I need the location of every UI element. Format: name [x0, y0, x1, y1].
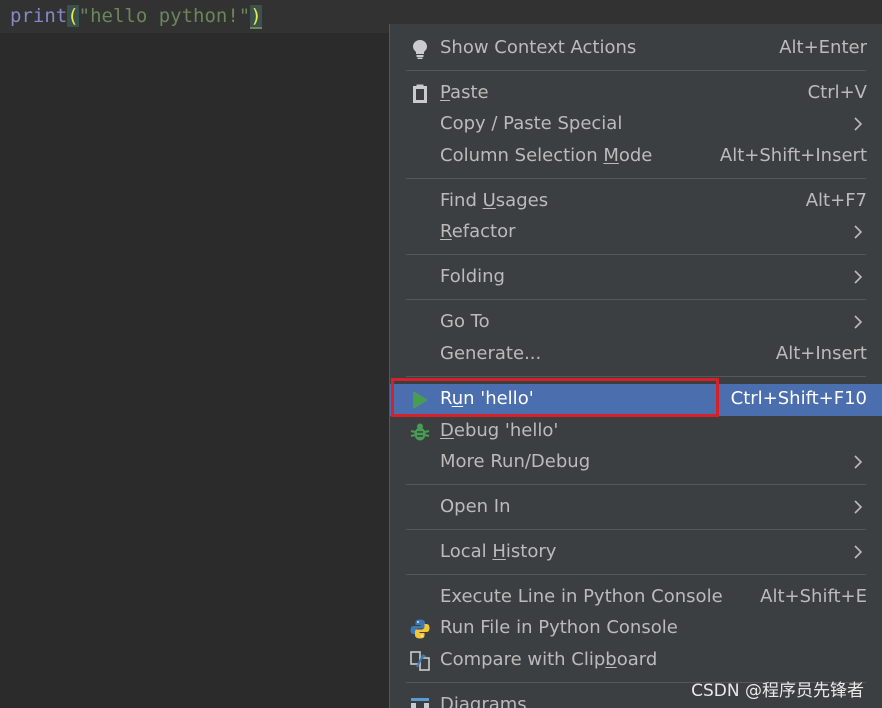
- menu-item-shortcut: Ctrl+Shift+F10: [730, 388, 867, 409]
- menu-item-shortcut: Alt+F7: [805, 190, 867, 211]
- menu-separator: [406, 70, 866, 71]
- python-icon: [410, 619, 430, 639]
- code-text[interactable]: print("hello python!"): [10, 4, 262, 29]
- chevron-right-icon: [854, 455, 863, 469]
- menu-item-show-context-actions[interactable]: Show Context Actions Alt+Enter: [390, 33, 882, 65]
- chevron-right-icon: [854, 270, 863, 284]
- menu-item-label-mnemonic: D: [440, 420, 454, 441]
- chevron-right-icon: [854, 225, 863, 239]
- menu-separator: [406, 178, 866, 179]
- menu-item-label: Generate...: [440, 343, 542, 364]
- menu-item-label-rest: sages: [495, 190, 549, 211]
- code-close-paren: ): [250, 5, 262, 29]
- menu-separator: [406, 484, 866, 485]
- menu-item-label: Compare with Clip: [440, 649, 606, 670]
- menu-item-shortcut: Alt+Insert: [775, 343, 867, 364]
- menu-item-label: Execute Line in Python Console: [440, 586, 723, 607]
- menu-separator: [406, 254, 866, 255]
- menu-item-label: aste: [450, 82, 489, 103]
- debug-bug-icon: [410, 423, 430, 441]
- menu-item-shortcut: Ctrl+V: [807, 82, 867, 103]
- chevron-right-icon: [854, 315, 863, 329]
- menu-item-compare-with-clipboard[interactable]: Compare with Clipboard: [390, 645, 882, 677]
- chevron-right-icon: [854, 545, 863, 559]
- menu-item-find-usages[interactable]: Find Usages Alt+F7: [390, 186, 882, 218]
- code-function: print: [10, 5, 68, 27]
- code-string: "hello python!": [78, 5, 251, 27]
- menu-item-label-mnemonic: R: [440, 221, 452, 242]
- menu-item-paste[interactable]: Paste Ctrl+V: [390, 78, 882, 110]
- menu-item-more-run-debug[interactable]: More Run/Debug: [390, 447, 882, 479]
- chevron-right-icon: [854, 500, 863, 514]
- menu-item-execute-line-python-console[interactable]: Execute Line in Python Console Alt+Shift…: [390, 582, 882, 614]
- menu-item-label-mnemonic: H: [492, 541, 506, 562]
- menu-item-label-mnemonic: b: [605, 649, 617, 670]
- menu-item-label-rest: istory: [505, 541, 557, 562]
- menu-item-run-file-python-console[interactable]: Run File in Python Console: [390, 613, 882, 645]
- menu-item-label: Open In: [440, 496, 511, 517]
- chevron-right-icon: [854, 117, 863, 131]
- menu-item-label-mnemonic: P: [440, 82, 451, 103]
- compare-icon: [410, 651, 430, 671]
- menu-item-label: Diagrams: [440, 694, 527, 708]
- menu-item-label-rest: ode: [618, 145, 653, 166]
- menu-item-go-to[interactable]: Go To: [390, 307, 882, 339]
- menu-item-label-mnemonic: U: [482, 190, 496, 211]
- highlight-annotation-box: [391, 378, 719, 417]
- menu-item-folding[interactable]: Folding: [390, 262, 882, 294]
- menu-item-column-selection-mode[interactable]: Column Selection Mode Alt+Shift+Insert: [390, 141, 882, 173]
- menu-separator: [406, 529, 866, 530]
- diagrams-icon: [411, 698, 429, 708]
- menu-item-label: Local: [440, 541, 493, 562]
- menu-item-label-mnemonic: M: [603, 145, 619, 166]
- menu-item-label: Find: [440, 190, 483, 211]
- menu-separator: [406, 376, 866, 377]
- menu-item-generate[interactable]: Generate... Alt+Insert: [390, 339, 882, 371]
- menu-item-label-rest: oard: [616, 649, 658, 670]
- menu-item-shortcut: Alt+Enter: [779, 37, 867, 58]
- watermark: CSDN @程序员先锋者: [691, 681, 864, 701]
- menu-item-shortcut: Alt+Shift+E: [760, 586, 867, 607]
- menu-item-label: ebug 'hello': [453, 420, 559, 441]
- menu-item-label: Column Selection: [440, 145, 604, 166]
- menu-item-label: efactor: [451, 221, 516, 242]
- menu-item-open-in[interactable]: Open In: [390, 492, 882, 524]
- menu-item-label: More Run/Debug: [440, 451, 591, 472]
- code-open-paren: (: [67, 5, 79, 27]
- menu-separator: [406, 574, 866, 575]
- menu-item-label: Go To: [440, 311, 490, 332]
- menu-item-label: Copy / Paste Special: [440, 113, 623, 134]
- context-menu: Show Context Actions Alt+Enter Paste Ctr…: [389, 24, 882, 708]
- menu-item-local-history[interactable]: Local History: [390, 537, 882, 569]
- menu-item-debug-hello[interactable]: Debug 'hello': [390, 416, 882, 448]
- menu-item-refactor[interactable]: Refactor: [390, 217, 882, 249]
- menu-separator: [406, 299, 866, 300]
- menu-item-label: Folding: [440, 266, 505, 287]
- menu-item-copy-paste-special[interactable]: Copy / Paste Special: [390, 109, 882, 141]
- menu-item-shortcut: Alt+Shift+Insert: [719, 145, 867, 166]
- clipboard-icon: [413, 84, 427, 103]
- lightbulb-icon: [413, 40, 427, 59]
- menu-item-label: Show Context Actions: [440, 37, 637, 58]
- menu-item-label: Run File in Python Console: [440, 617, 678, 638]
